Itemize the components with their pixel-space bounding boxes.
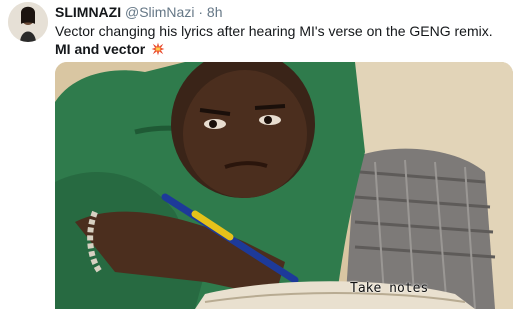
tweet-media[interactable]: Take notes bbox=[55, 62, 513, 309]
user-handle[interactable]: @SlimNazi bbox=[125, 4, 194, 20]
tweet: SLIMNAZI @SlimNazi · 8h Vector changing … bbox=[0, 0, 515, 309]
avatar-image bbox=[8, 2, 48, 42]
tweet-header: SLIMNAZI @SlimNazi · 8h bbox=[55, 4, 222, 20]
separator-dot: · bbox=[198, 4, 204, 20]
tweet-text-line-2-wrap: MI and vector bbox=[55, 40, 493, 60]
timestamp[interactable]: 8h bbox=[207, 4, 223, 20]
tweet-text-line-2: MI and vector bbox=[55, 41, 146, 57]
media-caption: Take notes bbox=[350, 281, 429, 296]
collision-icon bbox=[151, 42, 165, 60]
tweet-text-line-1: Vector changing his lyrics after hearing… bbox=[55, 23, 493, 39]
avatar[interactable] bbox=[8, 2, 48, 42]
meme-image bbox=[55, 62, 513, 309]
display-name[interactable]: SLIMNAZI bbox=[55, 4, 121, 20]
tweet-text: Vector changing his lyrics after hearing… bbox=[55, 22, 493, 60]
